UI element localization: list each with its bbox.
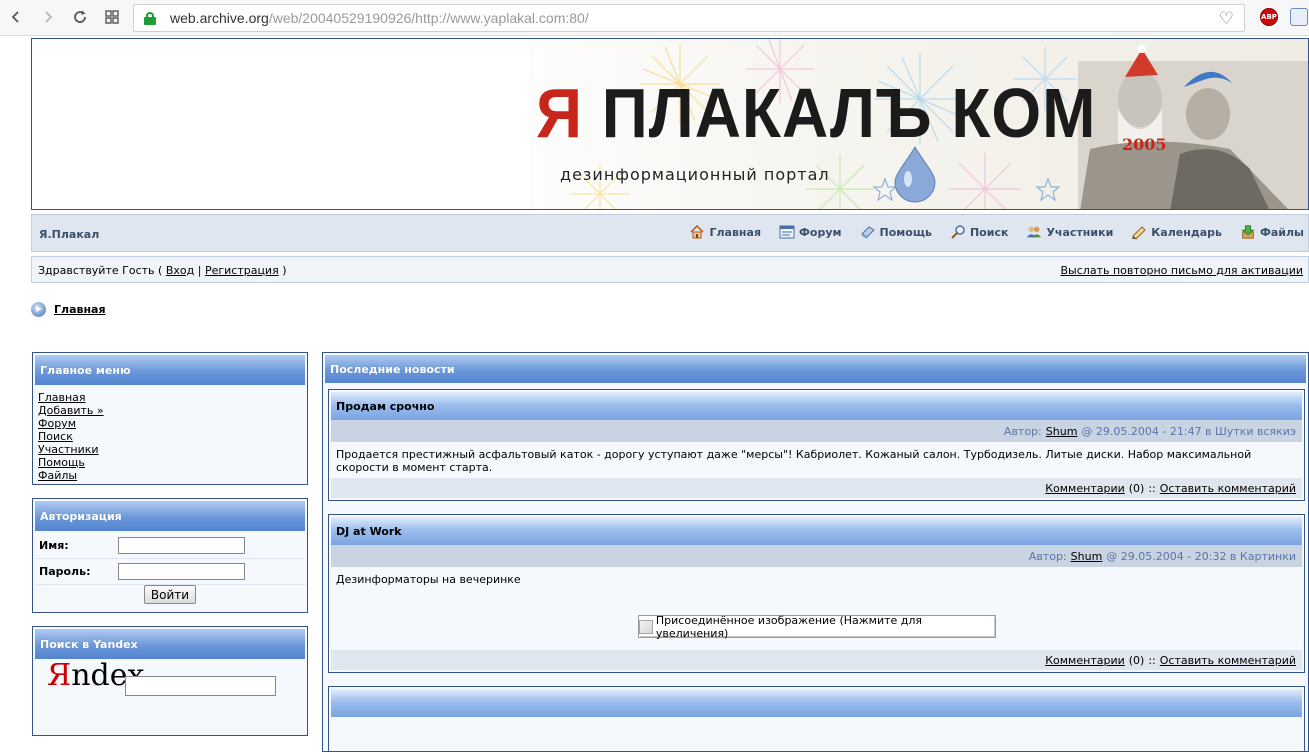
breadcrumb-home-link[interactable]: Главная [54, 303, 106, 316]
comments-link[interactable]: Комментарии [1045, 654, 1125, 667]
brand-name: Я.Плакал [39, 228, 100, 241]
password-label: Пароль: [39, 565, 91, 578]
menu-link-members[interactable]: Участники [38, 443, 302, 456]
menu-link-forum[interactable]: Форум [38, 417, 302, 430]
news-item: DJ at Work Автор: Shum @ 29.05.2004 - 20… [328, 514, 1305, 673]
yandex-title: Поиск в Yandex [35, 629, 305, 659]
browser-toolbar: web.archive.org/web/20040529190926/http:… [0, 0, 1309, 36]
news-title [331, 689, 1302, 717]
nav-item-search[interactable]: Поиск [950, 224, 1008, 240]
user-bar: Здравствуйте Гость ( Вход | Регистрация … [31, 256, 1309, 283]
nav-menu: Главная Форум Помощь Поиск Участники Кал… [689, 224, 1304, 240]
latest-news-title: Последние новости [325, 355, 1306, 383]
site-header: Я ПЛАКАЛЪ КОМ дезинформационный портал 2… [31, 38, 1309, 210]
password-field[interactable] [118, 563, 245, 580]
back-icon[interactable] [5, 6, 27, 28]
nav-item-forum[interactable]: Форум [779, 224, 842, 240]
news-title: DJ at Work [331, 517, 1302, 545]
site-logo: Я ПЛАКАЛЪ КОМ [536, 74, 1097, 152]
calendar-icon [1131, 224, 1147, 240]
menu-link-help[interactable]: Помощь [38, 456, 302, 469]
url-text: web.archive.org/web/20040529190926/http:… [170, 10, 589, 26]
nav-item-calendar[interactable]: Календарь [1131, 224, 1222, 240]
guest-greeting: Здравствуйте Гость ( Вход | Регистрация … [38, 264, 287, 277]
menu-link-add[interactable]: Добавить » [38, 404, 302, 417]
login-button[interactable]: Войти [144, 585, 196, 604]
login-link[interactable]: Вход [166, 264, 194, 277]
files-icon [1240, 224, 1256, 240]
news-item [328, 686, 1305, 751]
author-link[interactable]: Shum [1046, 425, 1078, 438]
news-footer: Комментарии (0) :: Оставить комментарий [331, 650, 1302, 670]
comments-link[interactable]: Комментарии [1045, 482, 1125, 495]
auth-title: Авторизация [35, 501, 305, 531]
yandex-search-box: Поиск в Yandex Яndex [32, 626, 308, 736]
broken-image-icon [639, 619, 653, 634]
logo-year: 2005 [1122, 135, 1167, 154]
yandex-search-input[interactable] [125, 676, 276, 696]
auth-box: Авторизация Имя: Пароль: Войти [32, 498, 308, 613]
header-banner: Я ПЛАКАЛЪ КОМ дезинформационный портал 2… [530, 39, 1308, 209]
username-field[interactable] [118, 537, 245, 554]
main-menu-title: Главное меню [35, 355, 305, 385]
register-link[interactable]: Регистрация [205, 264, 279, 277]
forward-icon[interactable] [37, 6, 59, 28]
news-meta: Автор: Shum @ 29.05.2004 - 21:47 в Шутки… [331, 420, 1302, 442]
name-label: Имя: [39, 539, 69, 552]
menu-link-search[interactable]: Поиск [38, 430, 302, 443]
members-icon [1026, 224, 1042, 240]
home-icon [689, 224, 705, 240]
news-title: Продам срочно [331, 392, 1302, 420]
arrow-circle-icon [31, 302, 46, 317]
forum-icon [779, 224, 795, 240]
nav-item-home[interactable]: Главная [689, 224, 761, 240]
news-body: Дезинформаторы на вечеринке [336, 573, 521, 586]
menu-link-home[interactable]: Главная [38, 391, 302, 404]
latest-news-section: Последние новости Продам срочно Автор: S… [322, 352, 1309, 752]
reload-icon[interactable] [69, 6, 91, 28]
nav-item-help[interactable]: Помощь [860, 224, 932, 240]
site-tagline: дезинформационный портал [560, 165, 830, 184]
news-body: Продается престижный асфальтовый каток -… [336, 448, 1252, 474]
extension-icon[interactable] [1290, 8, 1308, 26]
leave-comment-link[interactable]: Оставить комментарий [1160, 482, 1296, 495]
lock-icon [144, 12, 156, 25]
menu-link-files[interactable]: Файлы [38, 469, 302, 482]
heart-icon[interactable]: ♡ [1219, 9, 1234, 29]
resend-activation-link[interactable]: Выслать повторно письмо для активации [1061, 264, 1303, 277]
leave-comment-link[interactable]: Оставить комментарий [1160, 654, 1296, 667]
main-menu-list: Главная Добавить » Форум Поиск Участники… [33, 387, 307, 482]
news-item: Продам срочно Автор: Shum @ 29.05.2004 -… [328, 389, 1305, 501]
nav-item-files[interactable]: Файлы [1240, 224, 1304, 240]
adblock-icon[interactable]: ABP [1260, 8, 1278, 26]
main-navbar: Я.Плакал Главная Форум Помощь Поиск Учас… [31, 214, 1309, 252]
help-icon [860, 224, 876, 240]
search-icon [950, 224, 966, 240]
apps-grid-icon[interactable] [101, 6, 123, 28]
address-bar[interactable]: web.archive.org/web/20040529190926/http:… [133, 4, 1245, 32]
news-footer: Комментарии (0) :: Оставить комментарий [331, 478, 1302, 498]
news-meta: Автор: Shum @ 29.05.2004 - 20:32 в Карти… [331, 545, 1302, 567]
breadcrumb: Главная [31, 302, 106, 317]
attached-image-button[interactable]: Присоединённое изображение (Нажмите для … [638, 614, 996, 640]
main-menu-box: Главное меню Главная Добавить » Форум По… [32, 352, 308, 485]
author-link[interactable]: Shum [1071, 550, 1103, 563]
nav-item-members[interactable]: Участники [1026, 224, 1113, 240]
